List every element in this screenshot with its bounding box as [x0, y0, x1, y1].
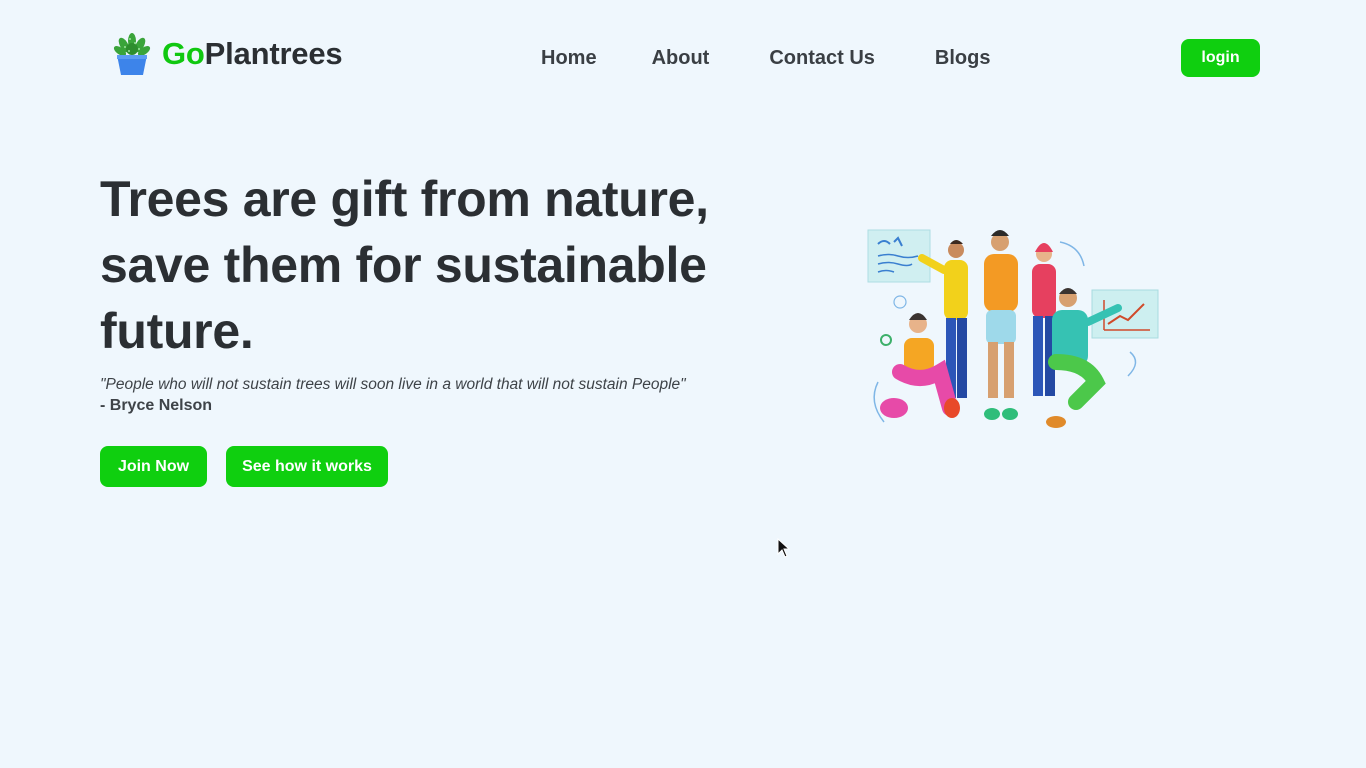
brand-logo[interactable]: GoPlantrees [112, 30, 343, 78]
join-now-button[interactable]: Join Now [100, 446, 207, 487]
nav-about[interactable]: About [652, 46, 710, 70]
nav-blogs[interactable]: Blogs [935, 46, 991, 70]
quote-author: - Bryce Nelson [100, 397, 213, 414]
brand-suffix: Plantrees [204, 36, 343, 71]
brand-name: GoPlantrees [162, 36, 343, 72]
hero-quote: "People who will not sustain trees will … [100, 376, 686, 393]
mouse-pointer-icon [777, 538, 791, 558]
potted-plant-icon [113, 33, 151, 75]
main-nav: Home About Contact Us Blogs [541, 46, 990, 70]
brand-prefix: Go [162, 36, 205, 71]
see-how-it-works-button[interactable]: See how it works [226, 446, 388, 487]
hero-title: Trees are gift from nature, save them fo… [100, 171, 709, 359]
login-button[interactable]: login [1181, 39, 1260, 77]
site-header: GoPlantrees Home About Contact Us Blogs … [0, 0, 1366, 116]
nav-home[interactable]: Home [541, 46, 597, 70]
hero-illustration [867, 229, 1159, 428]
nav-contact-us[interactable]: Contact Us [769, 46, 875, 70]
